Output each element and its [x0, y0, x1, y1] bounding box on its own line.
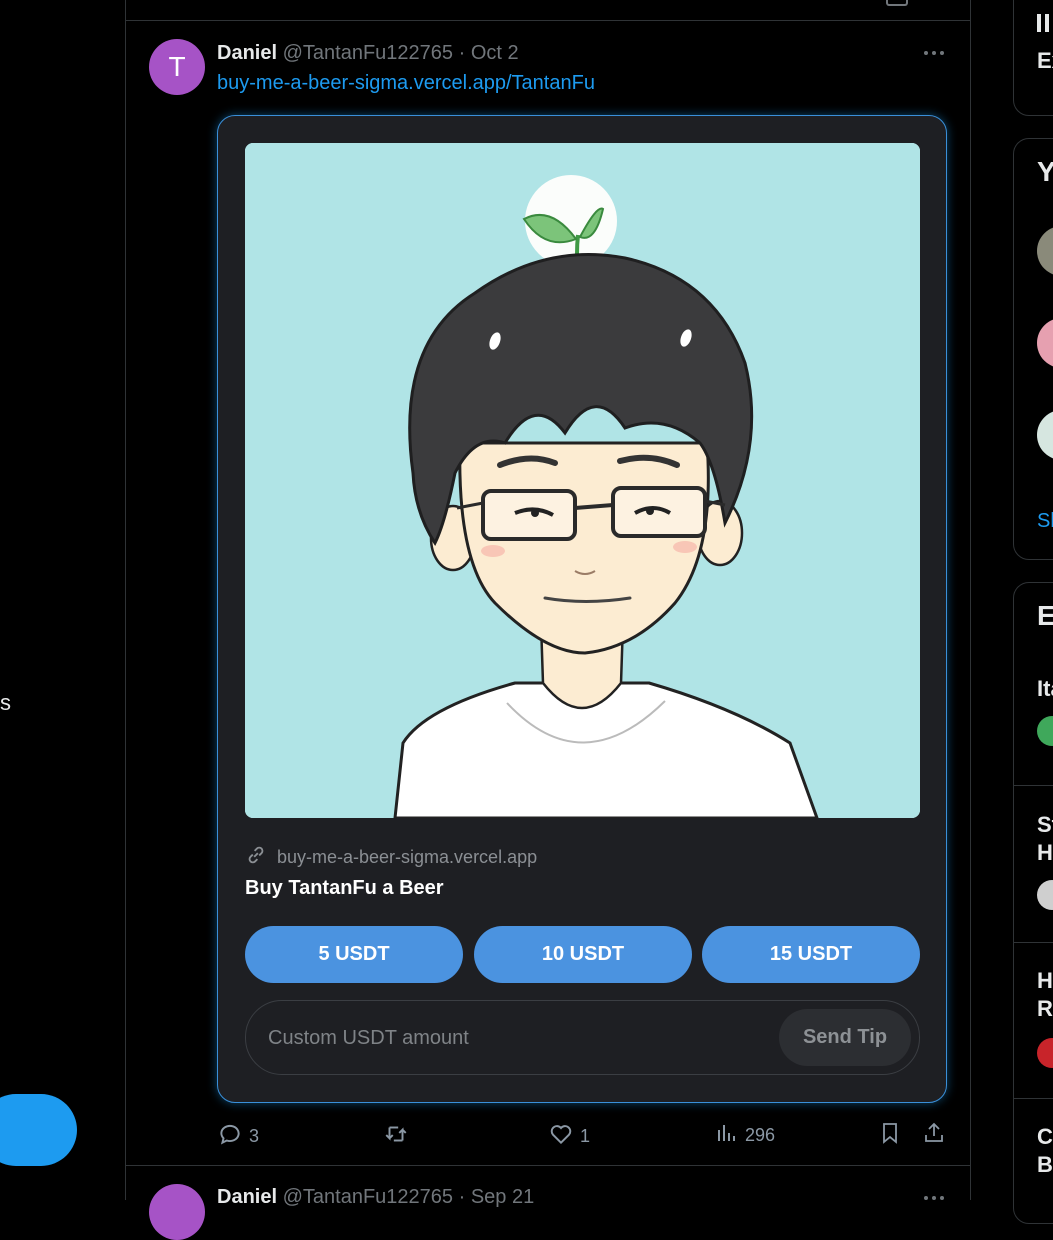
author-name[interactable]: Daniel [217, 42, 277, 64]
tip-15-usdt-button[interactable]: 15 USDT [702, 926, 920, 983]
author-handle[interactable]: @TantanFu122765 [283, 42, 453, 64]
avatar[interactable] [149, 1184, 205, 1240]
views-action[interactable]: 296 [715, 1121, 775, 1150]
left-nav-fragment[interactable]: s [0, 690, 11, 716]
bookmark-icon [878, 1121, 902, 1150]
tweet-date[interactable]: Oct 2 [471, 42, 519, 64]
who-to-follow-title: Y [1037, 156, 1053, 187]
more-options-icon[interactable] [920, 1188, 948, 1208]
trends-title: E [1037, 600, 1053, 631]
heart-icon [548, 1121, 574, 1152]
views-count: 296 [745, 1125, 776, 1145]
header-separator: · [458, 42, 466, 64]
divider [1013, 785, 1053, 786]
trend-item[interactable]: H [1037, 968, 1053, 994]
trend-item-line2[interactable]: H [1037, 840, 1053, 866]
like-action[interactable]: 1 [548, 1121, 590, 1152]
grid-icon [1037, 14, 1053, 32]
tip-card: buy-me-a-beer-sigma.vercel.app Buy Tanta… [217, 115, 947, 1103]
sidebar-box-top-text[interactable]: Ex [1037, 48, 1053, 74]
share-icon[interactable] [886, 0, 908, 6]
bookmark-action[interactable] [878, 1121, 902, 1150]
divider [1013, 942, 1053, 943]
reply-count: 3 [249, 1126, 260, 1146]
timeline-column: T Daniel @TantanFu122765 · Oct 2 buy-me-… [125, 0, 971, 1240]
share-action[interactable] [922, 1121, 946, 1150]
author-handle[interactable]: @TantanFu122765 [283, 1186, 453, 1208]
like-count: 1 [580, 1126, 591, 1146]
profile-illustration [245, 143, 920, 818]
author-name[interactable]: Daniel [217, 1186, 277, 1208]
reply-action[interactable]: 3 [217, 1121, 259, 1152]
post-button[interactable] [0, 1094, 77, 1166]
send-tip-button[interactable]: Send Tip [779, 1009, 911, 1066]
tweet-link[interactable]: buy-me-a-beer-sigma.vercel.app/TantanFu [217, 72, 595, 95]
share-icon [922, 1121, 946, 1150]
header-separator: · [458, 1186, 466, 1208]
tweet-date[interactable]: Sep 21 [471, 1186, 534, 1208]
retweet-icon [383, 1121, 409, 1152]
custom-amount-input[interactable] [266, 1001, 750, 1076]
retweet-action[interactable] [383, 1121, 409, 1152]
trend-item[interactable]: Ita [1037, 676, 1053, 702]
avatar[interactable]: T [149, 39, 205, 95]
reply-icon [217, 1121, 243, 1152]
card-domain[interactable]: buy-me-a-beer-sigma.vercel.app [277, 847, 537, 868]
trend-item[interactable]: C [1037, 1124, 1053, 1150]
show-more-link[interactable]: Sl [1037, 510, 1053, 533]
trend-item[interactable]: St [1037, 812, 1053, 838]
more-options-icon[interactable] [920, 43, 948, 63]
tweet-header: Daniel @TantanFu122765 · Oct 2 [217, 41, 519, 65]
tip-5-usdt-button[interactable]: 5 USDT [245, 926, 463, 983]
views-chart-icon [715, 1121, 739, 1150]
trend-item-line2[interactable]: Bl [1037, 1152, 1053, 1178]
link-icon [245, 844, 267, 871]
card-domain-row[interactable]: buy-me-a-beer-sigma.vercel.app [245, 844, 537, 871]
custom-amount-box: Send Tip [245, 1000, 920, 1076]
tip-10-usdt-button[interactable]: 10 USDT [474, 926, 692, 983]
tweet[interactable]: T Daniel @TantanFu122765 · Oct 2 buy-me-… [126, 21, 970, 1166]
trend-item-line2[interactable]: Re [1037, 996, 1053, 1022]
divider [1013, 1098, 1053, 1099]
tweet-header: Daniel @TantanFu122765 · Sep 21 [217, 1186, 534, 1209]
card-title: Buy TantanFu a Beer [245, 877, 444, 899]
